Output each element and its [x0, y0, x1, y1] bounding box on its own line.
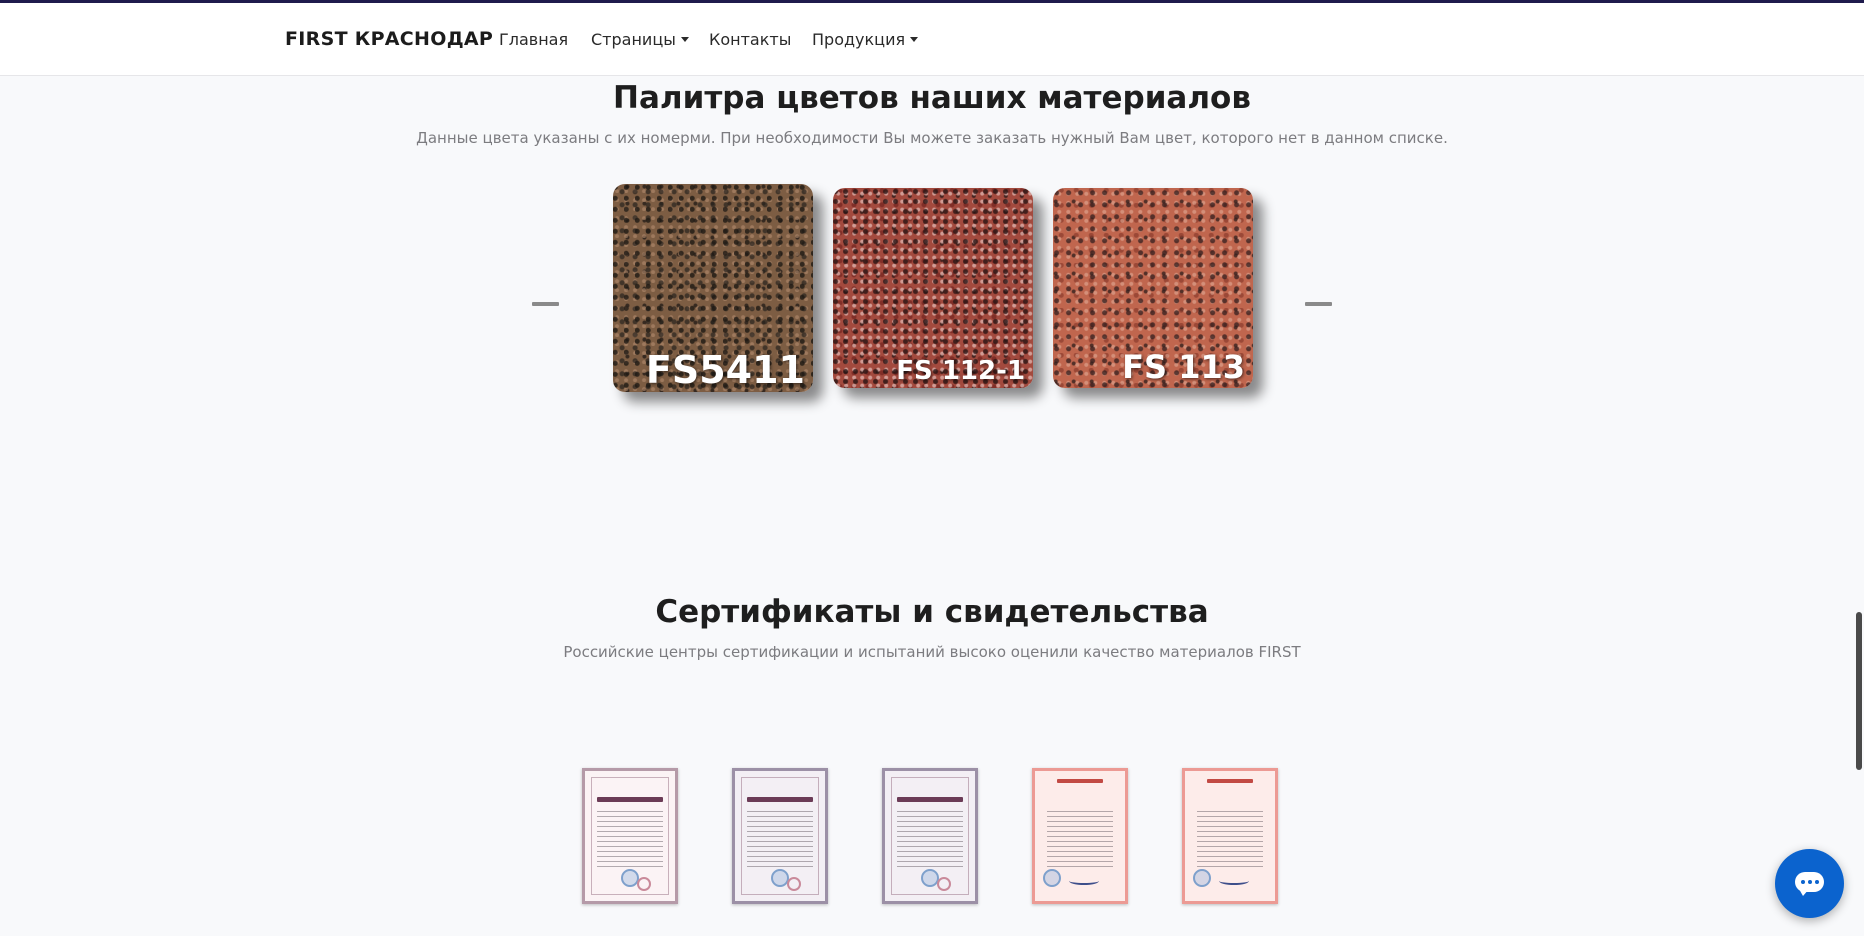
- certificate-thumbnail[interactable]: [882, 768, 978, 904]
- certificate-thumbnail[interactable]: [1032, 768, 1128, 904]
- certificate-text-lines: [1047, 811, 1113, 871]
- certificate-heading: [897, 797, 963, 802]
- chat-dot: [1815, 880, 1819, 884]
- certificates-subtitle: Российские центры сертификации и испытан…: [563, 643, 1301, 661]
- carousel-next-arrow-icon[interactable]: [1305, 302, 1332, 306]
- certificate-thumbnail[interactable]: [732, 768, 828, 904]
- palette-title: Палитра цветов наших материалов: [613, 80, 1251, 116]
- swatch-code: FS 112-1: [896, 356, 1025, 386]
- nav-dropdown-products-label: Продукция: [812, 30, 906, 49]
- certificate-thumbnail[interactable]: [1182, 768, 1278, 904]
- caret-down-icon: [680, 37, 689, 42]
- certificate-thumbnail[interactable]: [582, 768, 678, 904]
- nav-link-contacts[interactable]: Контакты: [709, 30, 791, 49]
- color-swatch-fs5411[interactable]: FS5411: [613, 184, 813, 392]
- nav-dropdown-products[interactable]: Продукция: [812, 30, 919, 49]
- signature-icon: [1219, 877, 1249, 885]
- certificate-text-lines: [747, 811, 813, 871]
- certificate-heading: [747, 797, 813, 802]
- signature-icon: [1069, 877, 1099, 885]
- caret-down-icon: [910, 37, 919, 42]
- color-swatch-fs112-1[interactable]: FS 112-1: [833, 188, 1033, 388]
- chat-dot: [1801, 880, 1805, 884]
- certificate-heading: [597, 797, 663, 802]
- color-swatch-fs113[interactable]: FS 113: [1053, 188, 1253, 388]
- swatch-code: FS 113: [1122, 348, 1245, 386]
- certificate-text-lines: [1197, 811, 1263, 871]
- swatch-code: FS5411: [645, 348, 805, 392]
- scrollbar-thumb[interactable]: [1856, 612, 1862, 770]
- certificates-title: Сертификаты и свидетельства: [655, 594, 1209, 630]
- stamp-icon: [1193, 869, 1211, 887]
- nav-dropdown-pages[interactable]: Страницы: [591, 30, 689, 49]
- seal-icon: [787, 877, 801, 891]
- stamp-icon: [1043, 869, 1061, 887]
- certificate-text-lines: [897, 811, 963, 871]
- palette-subtitle: Данные цвета указаны с их номерми. При н…: [416, 129, 1448, 147]
- seal-icon: [637, 877, 651, 891]
- certificate-heading: [1057, 779, 1103, 783]
- nav-dropdown-pages-label: Страницы: [591, 30, 676, 49]
- chat-dot: [1808, 880, 1812, 884]
- nav-link-home[interactable]: Главная: [499, 30, 568, 49]
- certificate-text-lines: [597, 811, 663, 871]
- certificate-heading: [1207, 779, 1253, 783]
- navbar: FIRST КРАСНОДАР Главная Страницы Контакт…: [0, 3, 1864, 76]
- chat-button[interactable]: [1775, 849, 1844, 918]
- brand-logo[interactable]: FIRST КРАСНОДАР: [285, 28, 493, 50]
- seal-icon: [937, 877, 951, 891]
- carousel-prev-arrow-icon[interactable]: [532, 302, 559, 306]
- chat-bubble-tail: [1799, 889, 1809, 896]
